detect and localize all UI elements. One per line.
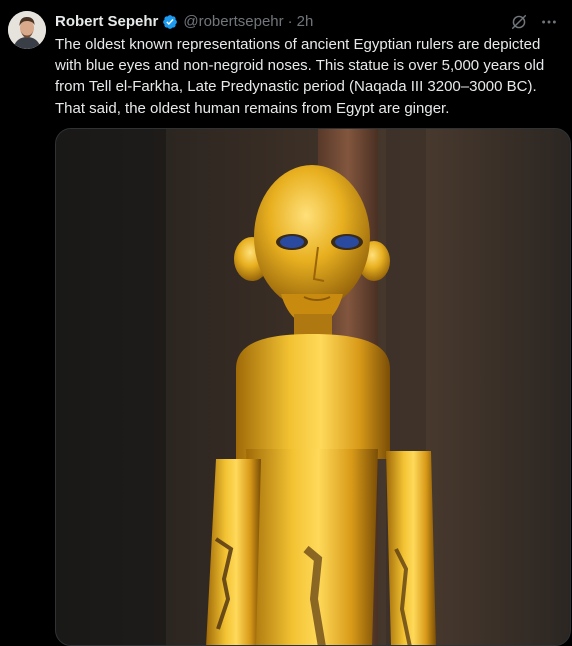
author-display-name[interactable]: Robert Sepehr [55, 12, 158, 32]
verified-badge-icon[interactable] [161, 13, 179, 31]
statue-photo [56, 128, 570, 645]
tweet-text: The oldest known representations of anci… [55, 36, 545, 117]
more-icon[interactable] [538, 11, 560, 33]
separator-dot: · [287, 13, 293, 30]
tweet-header: Robert Sepehr @robertsepehr · 2h [55, 11, 562, 33]
tweet-content: Robert Sepehr @robertsepehr · 2h The old… [55, 11, 572, 646]
header-actions [508, 11, 562, 33]
avatar[interactable] [8, 11, 46, 49]
avatar-column [8, 11, 55, 646]
tweet[interactable]: Robert Sepehr @robertsepehr · 2h The old… [0, 0, 572, 646]
tweet-photo[interactable] [55, 127, 571, 646]
author-handle[interactable]: @robertsepehr [183, 12, 283, 32]
profile-photo-icon [8, 11, 46, 49]
tweet-timestamp[interactable]: 2h [297, 12, 314, 32]
grok-icon[interactable] [508, 11, 530, 33]
